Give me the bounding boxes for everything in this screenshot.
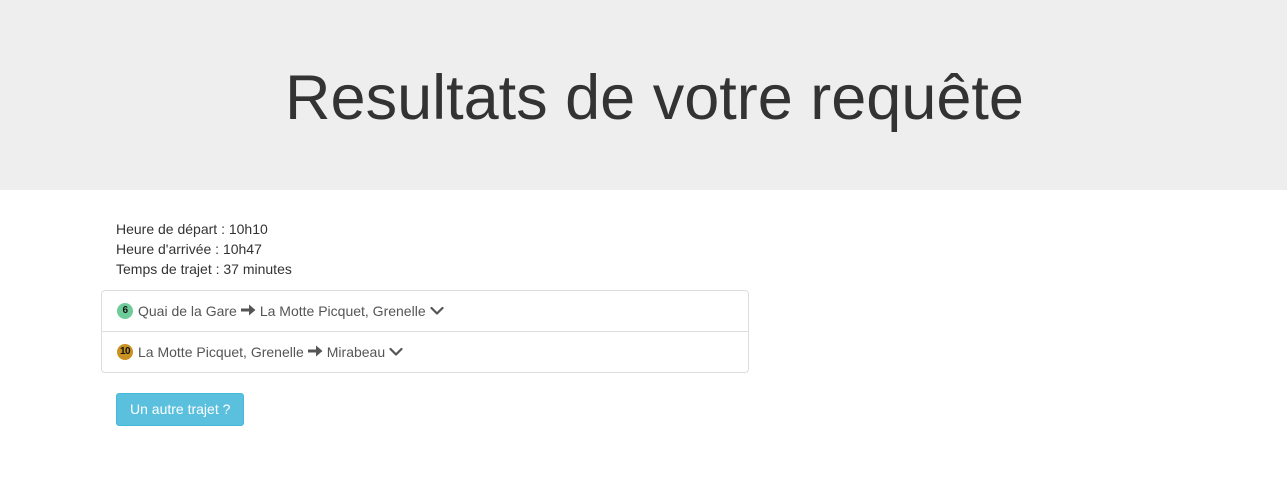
header-jumbotron: Resultats de votre requête — [0, 0, 1287, 190]
arrival-time: Heure d'arrivée : 10h47 — [116, 241, 262, 257]
chevron-down-icon[interactable] — [389, 344, 403, 360]
another-trip-button[interactable]: Un autre trajet ? — [116, 393, 245, 426]
leg-toggle-2[interactable]: 10 La Motte Picquet, Grenelle Mirabeau — [102, 332, 748, 372]
leg-to: Mirabeau — [326, 344, 386, 360]
chevron-down-icon[interactable] — [430, 303, 444, 319]
trip-summary: Heure de départ : 10h10 Heure d'arrivée … — [116, 219, 292, 279]
arrow-right-icon — [240, 303, 256, 319]
leg-to: La Motte Picquet, Grenelle — [259, 303, 426, 319]
itinerary-legs: 6 Quai de la Gare La Motte Picquet, Gren… — [101, 290, 749, 373]
leg-toggle-1[interactable]: 6 Quai de la Gare La Motte Picquet, Gren… — [102, 291, 748, 332]
leg-from: Quai de la Gare — [138, 303, 237, 319]
departure-time: Heure de départ : 10h10 — [116, 221, 268, 237]
metro-line-badge: 6 — [117, 303, 133, 319]
leg-from: La Motte Picquet, Grenelle — [138, 344, 304, 360]
metro-line-badge: 10 — [117, 344, 133, 360]
page-title: Resultats de votre requête — [285, 63, 1024, 133]
trip-duration: Temps de trajet : 37 minutes — [116, 261, 292, 277]
arrow-right-icon — [307, 344, 323, 360]
